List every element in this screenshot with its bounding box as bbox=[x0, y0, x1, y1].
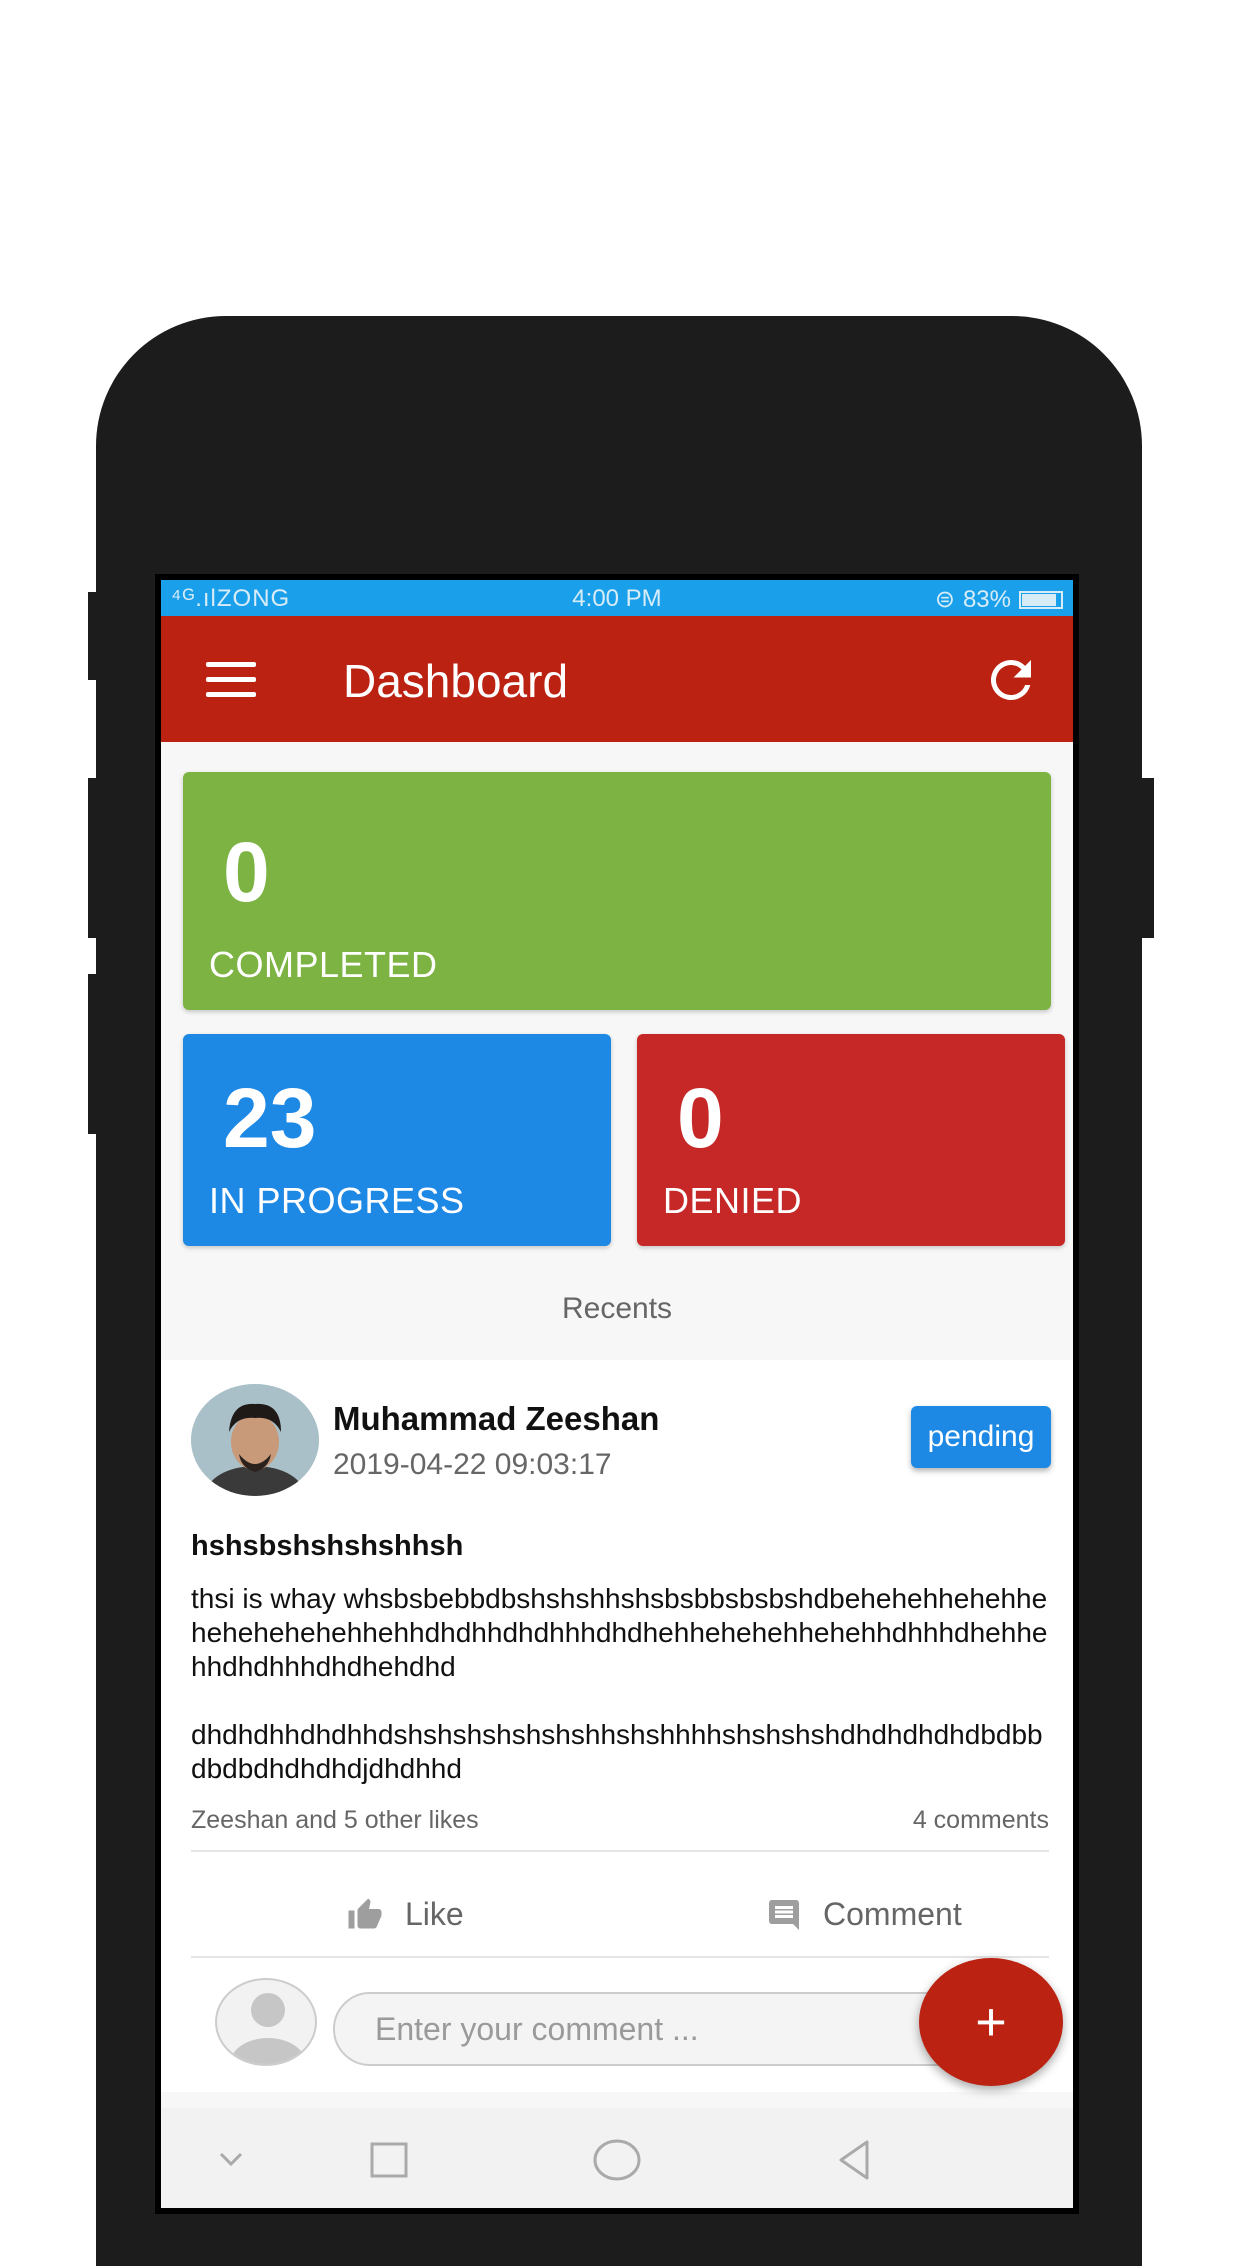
battery-percent: 83% bbox=[962, 585, 1011, 613]
phone-screen: ⁴ᴳ.ılZONG 4:00 PM ⊜ 83% Dashboard 0 COMP… bbox=[155, 574, 1079, 2214]
battery-icon bbox=[1019, 590, 1063, 609]
divider bbox=[191, 1850, 1049, 1852]
back-triangle-icon[interactable] bbox=[827, 2130, 887, 2190]
app-bar: Dashboard bbox=[161, 616, 1073, 742]
completed-label: COMPLETED bbox=[209, 944, 438, 985]
comment-icon bbox=[769, 1899, 799, 1930]
phone-side-button bbox=[1140, 778, 1154, 938]
square-icon[interactable] bbox=[359, 2130, 419, 2190]
in-progress-count: 23 bbox=[223, 1071, 317, 1165]
post-title: hshsbshshshshhsh bbox=[191, 1530, 464, 1562]
page-title: Dashboard bbox=[343, 655, 569, 707]
comment-input[interactable] bbox=[333, 1992, 993, 2066]
status-badge[interactable]: pending bbox=[911, 1406, 1051, 1468]
status-right: ⊜ 83% bbox=[935, 585, 1063, 614]
phone-side-button bbox=[88, 974, 102, 1134]
thumbs-up-icon bbox=[348, 1898, 382, 1928]
comment-label: Comment bbox=[823, 1896, 962, 1932]
denied-card[interactable]: 0 DENIED bbox=[637, 1034, 1065, 1246]
recents-heading: Recents bbox=[561, 1292, 673, 1325]
in-progress-label: IN PROGRESS bbox=[209, 1180, 465, 1221]
phone-side-button bbox=[88, 592, 102, 680]
denied-count: 0 bbox=[677, 1071, 724, 1165]
comment-button[interactable]: Comment bbox=[765, 1896, 962, 1933]
like-button[interactable]: Like bbox=[345, 1896, 464, 1933]
phone-side-button bbox=[88, 778, 102, 938]
in-progress-card[interactable]: 23 IN PROGRESS bbox=[183, 1034, 611, 1246]
completed-card[interactable]: 0 COMPLETED bbox=[183, 772, 1051, 1010]
user-avatar-placeholder bbox=[215, 1978, 317, 2066]
comments-count[interactable]: 4 comments bbox=[913, 1806, 1049, 1835]
circle-icon[interactable] bbox=[587, 2130, 647, 2190]
status-bar: ⁴ᴳ.ılZONG 4:00 PM ⊜ 83% bbox=[161, 580, 1073, 616]
denied-label: DENIED bbox=[663, 1180, 803, 1221]
rotation-lock-icon: ⊜ bbox=[934, 586, 955, 613]
add-fab-button[interactable]: + bbox=[919, 1958, 1063, 2086]
post-body: thsi is whay whsbsbebbdbshshshhshsbsbbsb… bbox=[191, 1583, 1048, 1784]
avatar[interactable] bbox=[191, 1384, 319, 1496]
post-date: 2019-04-22 09:03:17 bbox=[333, 1448, 612, 1481]
divider bbox=[191, 1956, 1049, 1958]
like-label: Like bbox=[405, 1896, 464, 1932]
chevron-down-icon[interactable] bbox=[201, 2130, 261, 2190]
likes-summary[interactable]: Zeeshan and 5 other likes bbox=[191, 1806, 479, 1835]
post-author[interactable]: Muhammad Zeeshan bbox=[333, 1400, 659, 1438]
system-nav-bar bbox=[161, 2108, 1073, 2208]
completed-count: 0 bbox=[223, 825, 270, 919]
refresh-icon[interactable] bbox=[981, 650, 1041, 710]
menu-icon[interactable] bbox=[206, 662, 256, 697]
